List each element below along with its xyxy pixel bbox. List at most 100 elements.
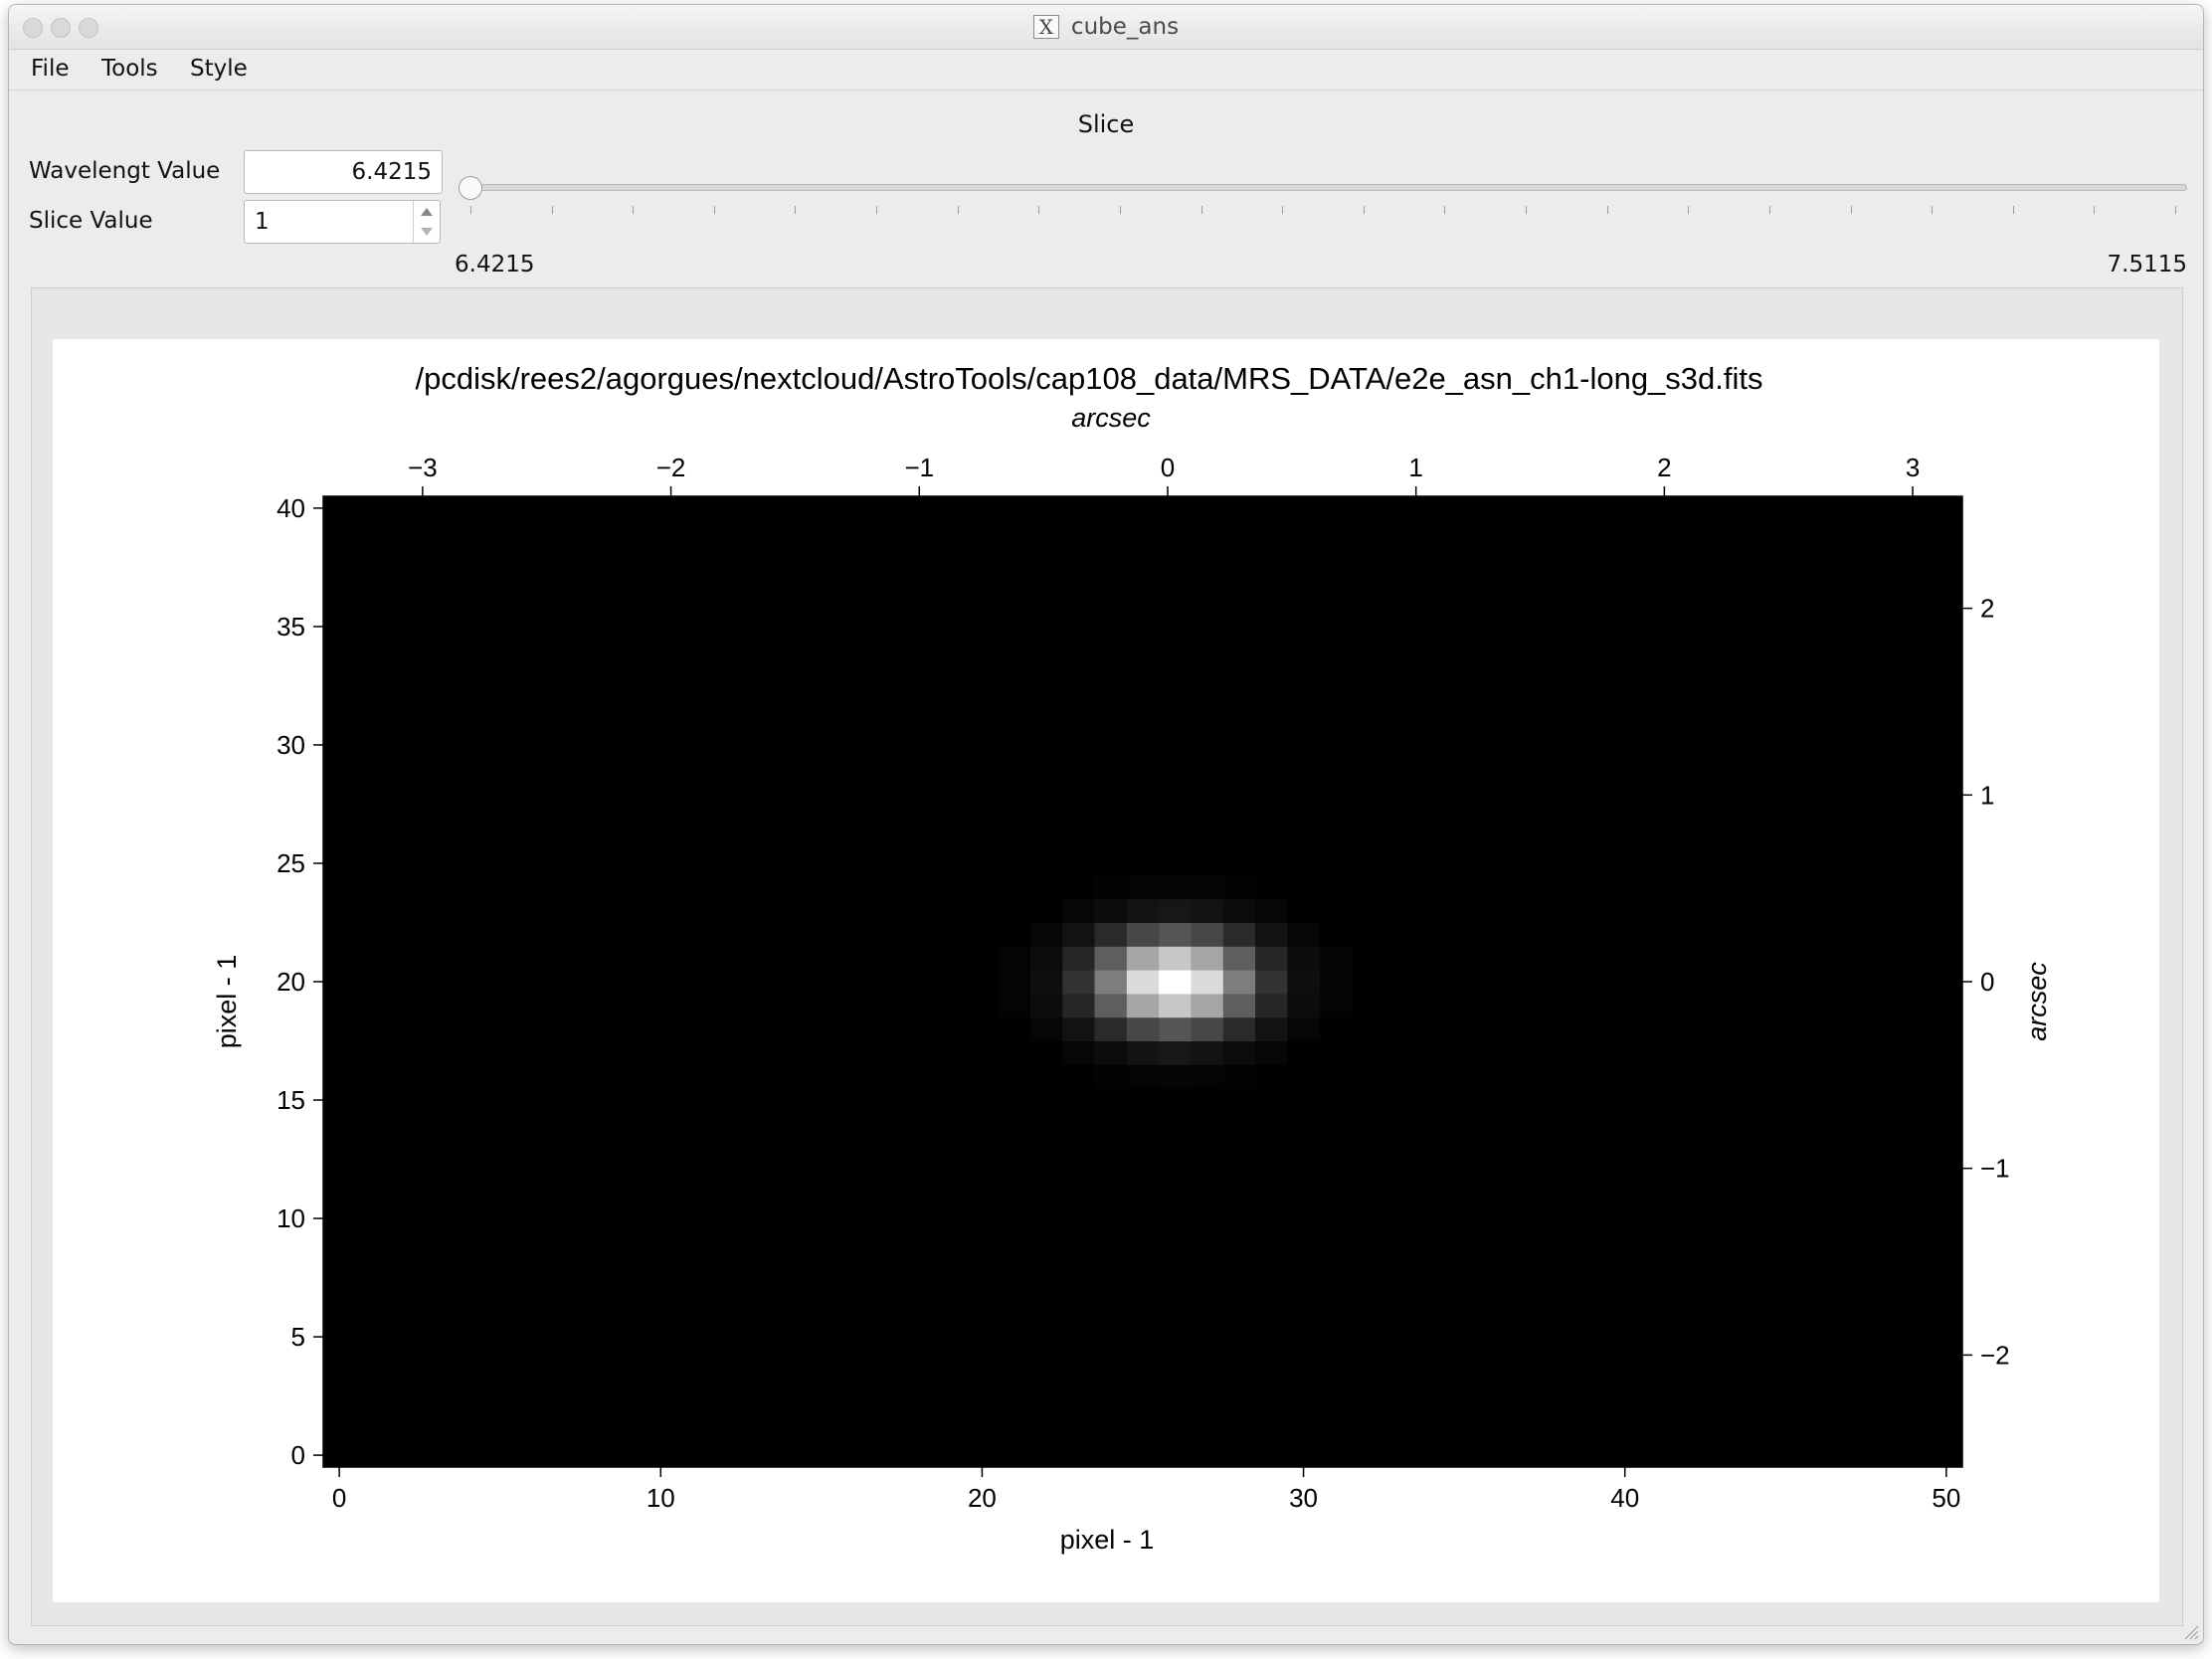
pixel-cell xyxy=(998,970,1031,995)
pixel-cell xyxy=(1191,874,1224,900)
pixel-cell xyxy=(1062,1040,1096,1065)
slider-tick xyxy=(551,206,553,214)
pixel-cell xyxy=(1159,1016,1192,1042)
pixel-cell xyxy=(1191,993,1224,1018)
slider-tick xyxy=(1526,206,1528,214)
slider-ticks xyxy=(459,206,2187,216)
wavelength-slider-track[interactable] xyxy=(459,184,2187,191)
y-tick-label: 20 xyxy=(276,967,305,997)
menu-tools[interactable]: Tools xyxy=(101,56,158,82)
pixel-cell xyxy=(1062,922,1096,947)
slider-tick xyxy=(1444,206,1446,214)
resize-grip-icon[interactable] xyxy=(2181,1622,2199,1640)
top-x-tick-label: −1 xyxy=(904,453,934,482)
pixel-cell xyxy=(1222,898,1256,923)
pixel-cell xyxy=(998,946,1031,971)
pixel-cell xyxy=(1159,993,1192,1018)
pixel-cell xyxy=(1094,1064,1128,1089)
pixel-cell xyxy=(1191,898,1224,923)
y-tick-label: 35 xyxy=(276,612,305,642)
pixel-cell xyxy=(1255,1040,1288,1065)
pixel-cell xyxy=(1191,1016,1224,1042)
pixel-cell xyxy=(1159,970,1192,995)
pixel-cell xyxy=(1094,898,1128,923)
pixel-cell xyxy=(1159,1040,1192,1065)
slider-tick xyxy=(1688,206,1690,214)
plot-canvas[interactable]: 0 10 20 30 40 50 0 5 10 15 20 25 30 35 40 −3 −2 −1 0 1 2 3 −2−… xyxy=(53,339,2159,1602)
y-tick-label: 15 xyxy=(276,1085,305,1115)
pixel-cell xyxy=(1255,922,1288,947)
menu-bar: File Tools Style xyxy=(9,50,2203,91)
slice-value: 1 xyxy=(255,209,270,235)
pixel-cell xyxy=(1159,922,1192,947)
pixel-cell xyxy=(1126,1016,1160,1042)
right-y-tick-label: 1 xyxy=(1980,780,1994,810)
pixel-cell xyxy=(1094,1016,1128,1042)
pixel-cell xyxy=(1126,874,1160,900)
y-tick-label: 10 xyxy=(276,1203,305,1233)
right-y-tick-label: −1 xyxy=(1980,1154,2010,1184)
slider-max-label: 7.5115 xyxy=(2107,252,2187,277)
slider-tick xyxy=(2012,206,2014,214)
pixel-cell xyxy=(1094,946,1128,971)
right-y-axis-label: arcsec xyxy=(2022,962,2052,1041)
pixel-cell xyxy=(1255,993,1288,1018)
pixel-cell xyxy=(1191,1064,1224,1089)
pixel-cell xyxy=(1094,922,1128,947)
x-tick-label: 30 xyxy=(1289,1483,1318,1513)
pixel-cell xyxy=(1094,993,1128,1018)
x-tick-label: 0 xyxy=(332,1483,346,1513)
chart-title: /pcdisk/rees2/agorgues/nextcloud/AstroTo… xyxy=(415,361,1762,396)
menu-file[interactable]: File xyxy=(31,56,70,82)
slider-tick xyxy=(470,206,471,214)
spin-up-icon[interactable] xyxy=(421,208,433,216)
pixel-cell xyxy=(1222,1064,1256,1089)
x11-icon: X xyxy=(1032,15,1059,39)
pixel-cell xyxy=(1062,970,1096,995)
pixel-cell xyxy=(1319,946,1353,971)
pixel-cell xyxy=(1319,993,1353,1018)
slider-tick xyxy=(713,206,715,214)
y-axis-label: pixel - 1 xyxy=(212,955,242,1049)
wavelength-input[interactable]: 6.4215 xyxy=(244,150,443,194)
slider-tick xyxy=(1363,206,1365,214)
pixel-cell xyxy=(1222,946,1256,971)
pixel-cell xyxy=(1191,1040,1224,1065)
pixel-cell xyxy=(1287,922,1321,947)
pixel-cell xyxy=(1255,946,1288,971)
top-x-tick-label: 1 xyxy=(1408,453,1422,482)
menu-style[interactable]: Style xyxy=(190,56,248,82)
pixel-cell xyxy=(1159,874,1192,900)
pixel-cell xyxy=(1029,1016,1063,1042)
pixel-cell xyxy=(1191,922,1224,947)
pixel-cell xyxy=(1319,970,1353,995)
pixel-cell xyxy=(1191,946,1224,971)
slice-spinbox[interactable]: 1 xyxy=(244,200,441,244)
pixel-cell xyxy=(1222,993,1256,1018)
pixel-cell xyxy=(1062,946,1096,971)
slider-tick xyxy=(1119,206,1121,214)
top-x-axis-label: arcsec xyxy=(1071,403,1151,433)
top-x-tick-label: 0 xyxy=(1161,453,1175,482)
pixel-cell xyxy=(1126,1064,1160,1089)
y-tick-label: 25 xyxy=(276,848,305,878)
top-x-tick-label: 3 xyxy=(1906,453,1920,482)
pixel-cell xyxy=(1029,993,1063,1018)
pixel-cell xyxy=(1126,922,1160,947)
slider-min-label: 6.4215 xyxy=(455,252,535,277)
slider-tick xyxy=(1850,206,1852,214)
y-tick-label: 40 xyxy=(276,493,305,523)
title-bar: X cube_ans xyxy=(9,5,2203,50)
pixel-cell xyxy=(1191,970,1224,995)
x-tick-label: 10 xyxy=(646,1483,675,1513)
spin-down-icon[interactable] xyxy=(421,228,433,236)
pixel-cell xyxy=(1287,1016,1321,1042)
slider-tick xyxy=(1038,206,1040,214)
wavelength-slider-handle[interactable] xyxy=(459,176,482,200)
right-y-tick-label: −2 xyxy=(1980,1340,2010,1370)
slider-tick xyxy=(957,206,959,214)
slider-tick xyxy=(633,206,635,214)
pixel-cell xyxy=(1029,946,1063,971)
pixel-cell xyxy=(1062,898,1096,923)
pixel-cell xyxy=(1255,1016,1288,1042)
